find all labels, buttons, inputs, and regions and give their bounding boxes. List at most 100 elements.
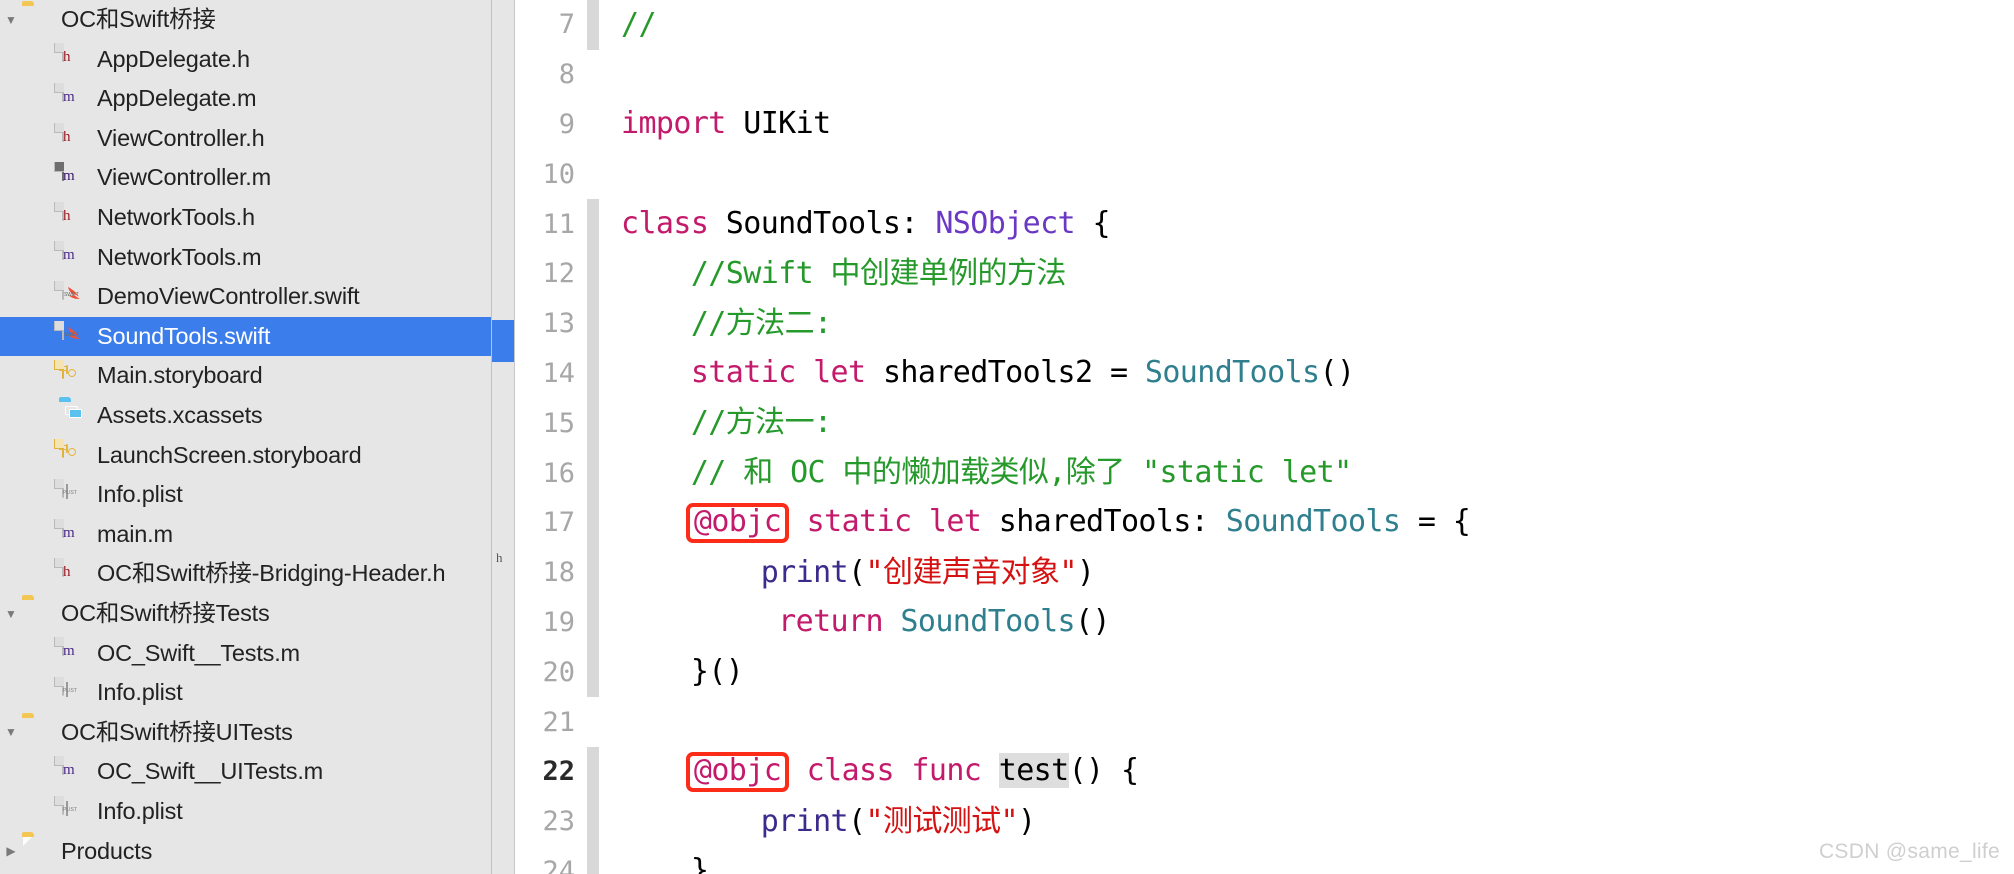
code-line-text[interactable]: @objc static let sharedTools: SoundTools…: [599, 502, 2014, 544]
change-indicator-bar: [587, 248, 599, 299]
nav-item-label: OC和Swift桥接UITests: [61, 718, 293, 745]
code-line-text[interactable]: }: [599, 856, 2014, 874]
project-navigator-list[interactable]: ▼ OC和Swift桥接 h AppDelegate.h m AppDelegate.m h…: [0, 0, 491, 871]
nav-item-NetworkTools.h[interactable]: h NetworkTools.h: [0, 198, 491, 238]
project-navigator[interactable]: ▼ OC和Swift桥接 h AppDelegate.h m AppDelegate.m h…: [0, 0, 492, 874]
change-indicator-bar: [587, 547, 599, 598]
code-line[interactable]: 24 }: [515, 846, 2014, 874]
line-number[interactable]: 8: [515, 61, 587, 88]
line-number[interactable]: 20: [515, 659, 587, 686]
nav-item-AppDelegate.h[interactable]: h AppDelegate.h: [0, 40, 491, 80]
nav-item-NetworkTools.m[interactable]: m NetworkTools.m: [0, 238, 491, 278]
line-number[interactable]: 17: [515, 509, 587, 536]
code-line[interactable]: 9 import UIKit: [515, 100, 2014, 150]
disclosure-expanded-icon[interactable]: ▼: [0, 14, 22, 26]
nav-item-OC_Swift__UITests.m[interactable]: m OC_Swift__UITests.m: [0, 752, 491, 792]
change-indicator-bar: [587, 398, 599, 449]
code-line-text[interactable]: class SoundTools: NSObject {: [599, 209, 2014, 239]
disclosure-collapsed-icon[interactable]: ▶: [0, 845, 22, 857]
nav-item-Info.plist[interactable]: PLIST Info.plist: [0, 475, 491, 515]
line-number[interactable]: 9: [515, 111, 587, 138]
code-token-plain: }(): [621, 654, 744, 690]
line-number[interactable]: 12: [515, 260, 587, 287]
code-line-text[interactable]: @objc class func test() {: [599, 751, 2014, 793]
nav-item-label: LaunchScreen.storyboard: [97, 441, 362, 468]
line-number[interactable]: 23: [515, 808, 587, 835]
nav-item-Info.plist[interactable]: PLIST Info.plist: [0, 673, 491, 713]
code-line[interactable]: 20 }(): [515, 647, 2014, 698]
plist-file-icon: PLIST: [62, 676, 77, 697]
code-line[interactable]: 15 //方法一:: [515, 398, 2014, 449]
code-lines[interactable]: 7 // 8 9 import UIKit 10 11 class SoundTools: N…: [515, 0, 2014, 874]
code-line[interactable]: 14 static let sharedTools2 = SoundTools(…: [515, 348, 2014, 399]
nav-item-LaunchScreen.storyboard[interactable]: LaunchScreen.storyboard: [0, 436, 491, 476]
nav-item-ViewController.m[interactable]: m ViewController.m: [0, 158, 491, 198]
line-number[interactable]: 21: [515, 709, 587, 736]
line-number[interactable]: 15: [515, 410, 587, 437]
code-line[interactable]: 16 // 和 OC 中的懒加载类似,除了 "static let": [515, 448, 2014, 498]
line-number[interactable]: 19: [515, 609, 587, 636]
nav-item-main.m[interactable]: m main.m: [0, 515, 491, 555]
nav-item-label: Info.plist: [97, 797, 183, 824]
line-number[interactable]: 14: [515, 360, 587, 387]
disclosure-expanded-icon[interactable]: ▼: [0, 608, 22, 620]
nav-item-OC_Swift__Tests.m[interactable]: m OC_Swift__Tests.m: [0, 634, 491, 674]
code-line-text[interactable]: return SoundTools(): [599, 607, 2014, 637]
disclosure-expanded-icon[interactable]: ▼: [0, 726, 22, 738]
code-area[interactable]: 7 // 8 9 import UIKit 10 11 class SoundTools: N…: [515, 0, 2014, 874]
nav-item-DemoViewController.swift[interactable]: SWIFT DemoViewController.swift: [0, 277, 491, 317]
code-line[interactable]: 13 //方法二:: [515, 298, 2014, 349]
nav-item-OC和Swift桥接-Bridging-Header.h[interactable]: h OC和Swift桥接-Bridging-Header.h: [0, 554, 491, 594]
code-line-text[interactable]: //方法二:: [599, 308, 2014, 339]
code-token-kw: return: [778, 604, 883, 640]
code-line-text[interactable]: //: [599, 9, 2014, 40]
code-line-text[interactable]: // 和 OC 中的懒加载类似,除了 "static let": [599, 458, 2014, 488]
line-number[interactable]: 22: [515, 758, 587, 785]
line-number[interactable]: 10: [515, 161, 587, 188]
line-number[interactable]: 24: [515, 858, 587, 874]
code-token-plain: ): [1018, 803, 1036, 839]
line-number[interactable]: 16: [515, 460, 587, 487]
code-line-text[interactable]: static let sharedTools2 = SoundTools(): [599, 358, 2014, 388]
change-indicator-bar: [587, 647, 599, 698]
nav-item-Main.storyboard[interactable]: Main.storyboard: [0, 356, 491, 396]
code-line[interactable]: 10: [515, 149, 2014, 199]
nav-item-Products[interactable]: ▶ Products: [0, 831, 491, 871]
code-line[interactable]: 21: [515, 697, 2014, 747]
line-number[interactable]: 18: [515, 559, 587, 586]
code-line-text[interactable]: }(): [599, 657, 2014, 687]
code-line-text[interactable]: //Swift 中创建单例的方法: [599, 258, 2014, 289]
code-line-text[interactable]: import UIKit: [599, 109, 2014, 139]
nav-item-Assets.xcassets[interactable]: Assets.xcassets: [0, 396, 491, 436]
code-line[interactable]: 7 //: [515, 0, 2014, 50]
code-line-text[interactable]: print("创建声音对象"): [599, 557, 2014, 588]
code-line[interactable]: 22 @objc class func test() {: [515, 746, 2014, 797]
code-line[interactable]: 11 class SoundTools: NSObject {: [515, 199, 2014, 249]
plist-file-icon-wrap: PLIST: [58, 795, 88, 827]
code-line[interactable]: 18 print("创建声音对象"): [515, 547, 2014, 598]
nav-item-AppDelegate.m[interactable]: m AppDelegate.m: [0, 79, 491, 119]
nav-item-ViewController.h[interactable]: h ViewController.h: [0, 119, 491, 159]
code-line[interactable]: 12 //Swift 中创建单例的方法: [515, 248, 2014, 299]
code-line[interactable]: 8: [515, 50, 2014, 100]
nav-item-Info.plist[interactable]: PLIST Info.plist: [0, 792, 491, 832]
line-number[interactable]: 13: [515, 310, 587, 337]
code-token-plain: (): [1319, 355, 1356, 391]
nav-item-OC和Swift桥接UITests[interactable]: ▼ OC和Swift桥接UITests: [0, 713, 491, 753]
nav-item-OC和Swift桥接[interactable]: ▼ OC和Swift桥接: [0, 0, 491, 40]
swift-file-icon-wrap: SWIFT: [58, 280, 88, 312]
code-line[interactable]: 23 print("测试测试"): [515, 796, 2014, 847]
code-line-text[interactable]: print("测试测试"): [599, 803, 2014, 839]
code-line[interactable]: 19 return SoundTools(): [515, 597, 2014, 648]
nav-item-SoundTools.swift[interactable]: SWIFT SoundTools.swift: [0, 316, 491, 357]
code-line-text[interactable]: //方法一:: [599, 408, 2014, 438]
line-number[interactable]: 7: [515, 11, 587, 38]
code-line[interactable]: 17 @objc static let sharedTools: SoundTo…: [515, 497, 2014, 548]
nav-item-OC和Swift桥接Tests[interactable]: ▼ OC和Swift桥接Tests: [0, 594, 491, 634]
nav-item-label: DemoViewController.swift: [97, 283, 360, 310]
swift-file-icon: SWIFT: [62, 320, 80, 340]
line-number[interactable]: 11: [515, 211, 587, 238]
objc-file-icon-wrap: m: [58, 518, 88, 550]
